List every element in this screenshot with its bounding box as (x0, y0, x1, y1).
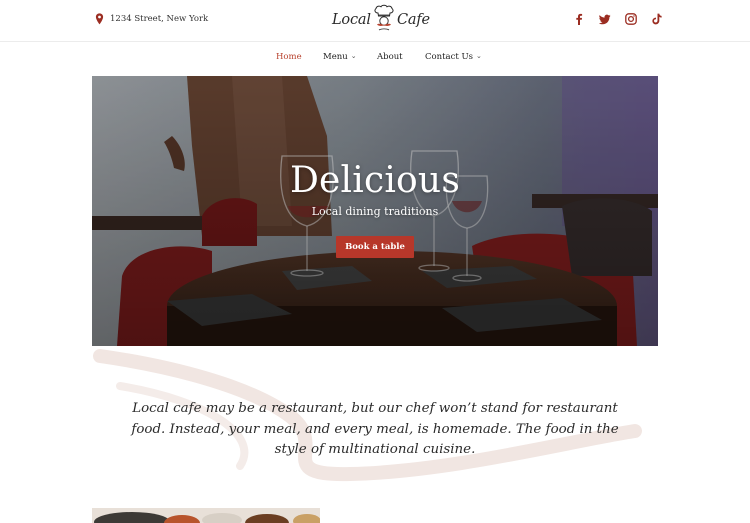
chevron-down-icon: ⌄ (350, 52, 357, 60)
nav-home-label: Home (276, 52, 302, 62)
social-links (572, 12, 664, 26)
nav-contact-us-label: Contact Us (425, 52, 473, 62)
top-bar: 1234 Street, New York Local Cafe (0, 0, 750, 42)
facebook-link[interactable] (572, 12, 586, 26)
nav-about-label: About (377, 52, 403, 62)
logo[interactable]: Local Cafe (329, 3, 433, 37)
address: 1234 Street, New York (95, 13, 208, 25)
nav-menu[interactable]: Menu ⌄ (323, 52, 357, 62)
nav-home[interactable]: Home (276, 52, 302, 62)
address-text: 1234 Street, New York (110, 14, 209, 24)
main-nav: Home Menu ⌄ About Contact Us ⌄ (0, 42, 750, 72)
food-image (92, 508, 320, 523)
hero-title: Delicious (289, 160, 460, 201)
tiktok-icon (652, 13, 662, 25)
hero-subtitle: Local dining traditions (311, 205, 439, 218)
nav-menu-label: Menu (323, 52, 348, 62)
book-table-button[interactable]: Book a table (336, 236, 414, 258)
nav-contact-us[interactable]: Contact Us ⌄ (425, 52, 482, 62)
chevron-down-icon: ⌄ (475, 52, 482, 60)
instagram-icon (625, 13, 637, 25)
hero-banner: Delicious Local dining traditions Book a… (92, 76, 658, 346)
instagram-link[interactable] (624, 12, 638, 26)
logo-word-local: Local (332, 12, 371, 28)
twitter-icon (599, 14, 611, 25)
intro-text: Local cafe may be a restaurant, but our … (131, 401, 619, 457)
logo-word-cafe: Cafe (397, 12, 430, 28)
facebook-icon (576, 13, 583, 25)
tiktok-link[interactable] (650, 12, 664, 26)
nav-about[interactable]: About (377, 52, 403, 62)
chef-icon (374, 4, 394, 31)
twitter-link[interactable] (598, 12, 612, 26)
location-pin-icon (95, 13, 104, 25)
